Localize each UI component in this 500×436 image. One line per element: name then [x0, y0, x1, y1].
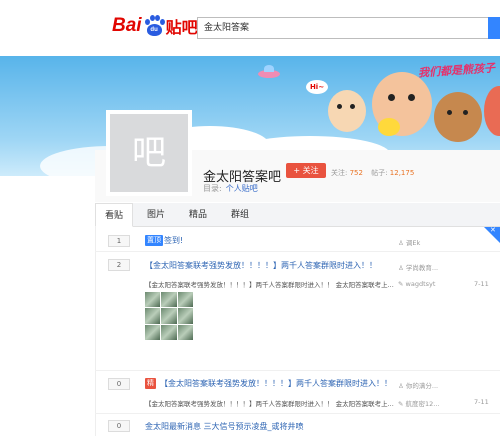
featured-badge: 精	[145, 378, 156, 389]
category-link[interactable]: 个人贴吧	[226, 184, 258, 193]
thread-author: ♙ 学尚教育...	[398, 264, 439, 272]
forum-stats: 关注: 752 帖子: 12,175	[331, 168, 420, 178]
last-reply-user: ✎ wagdtsyt	[398, 280, 436, 288]
close-icon[interactable]: ✕	[490, 226, 496, 234]
thread-author: ♙ 调Ek	[398, 239, 421, 247]
logo-du-text: du	[146, 24, 162, 36]
reply-count: 2	[108, 259, 130, 271]
follow-count: 752	[349, 169, 363, 177]
thread-title[interactable]: 【金太阳答案联考强势发放！！！！】两千人答案群限时进入！！	[145, 260, 377, 271]
tab-images[interactable]: 图片	[139, 203, 173, 227]
thread-author: ♙ 你的满分...	[398, 382, 439, 390]
paw-icon: du	[143, 15, 165, 37]
baidu-tieba-logo[interactable]: Bai du 贴吧	[112, 12, 198, 40]
follow-button[interactable]: + 关注	[286, 163, 326, 178]
logo-bai-text: Bai	[112, 15, 142, 36]
thread-excerpt: 【金太阳答案联考强势发放！！！！】两千人答案群限时进入！！ 金太阳答案联考上..…	[145, 400, 394, 408]
tab-groups[interactable]: 群组	[223, 203, 257, 227]
post-count: 12,175	[389, 169, 415, 177]
divider	[95, 413, 500, 414]
divider	[95, 370, 500, 371]
top-bar: Bai du 贴吧 金太阳答案	[0, 0, 500, 56]
last-reply-time: 7-11	[474, 280, 489, 288]
hi-bubble: Hi~	[306, 80, 328, 94]
tab-threads[interactable]: 看贴	[95, 203, 133, 227]
thread-title[interactable]: 【金太阳答案联考强势发放！！！！】两千人答案群限时进入！！	[160, 378, 392, 389]
forum-category: 目录: 个人贴吧	[203, 183, 258, 194]
thread-title[interactable]: 金太阳最新消息 三大信号预示凌盘_或将井喷	[145, 421, 304, 432]
logo-tieba-text: 贴吧	[165, 18, 198, 37]
divider	[95, 251, 500, 252]
banner-slogan: 我们都是熊孩子	[417, 61, 496, 80]
ufo-icon	[258, 65, 280, 78]
reply-count: 0	[108, 378, 130, 390]
cartoon-character	[328, 90, 366, 132]
search-button[interactable]	[488, 17, 500, 39]
pinned-badge: 置顶	[145, 235, 163, 246]
last-reply-time: 7-11	[474, 398, 489, 406]
cartoon-bear	[434, 92, 482, 142]
search-input[interactable]: 金太阳答案	[197, 17, 493, 39]
reply-count: 0	[108, 420, 130, 432]
thread-excerpt: 【金太阳答案联考强势发放！！！！】两千人答案群限时进入！！ 金太阳答案联考上..…	[145, 281, 394, 289]
left-margin	[0, 176, 95, 436]
follow-count-label: 关注:	[331, 169, 348, 177]
thread-image-thumbnail[interactable]	[145, 292, 193, 340]
thread-title[interactable]: 签到!	[164, 235, 183, 246]
forum-avatar[interactable]: 吧	[106, 110, 192, 196]
reply-count: 1	[108, 235, 130, 247]
post-count-label: 帖子:	[371, 169, 388, 177]
cartoon-character	[484, 86, 500, 136]
forum-tabs: 看贴 图片 精品 群组	[95, 203, 500, 227]
tab-featured[interactable]: 精品	[181, 203, 215, 227]
duck-icon	[378, 118, 400, 136]
category-label: 目录:	[203, 184, 222, 193]
last-reply-user: ✎ 航度密12...	[398, 400, 440, 408]
